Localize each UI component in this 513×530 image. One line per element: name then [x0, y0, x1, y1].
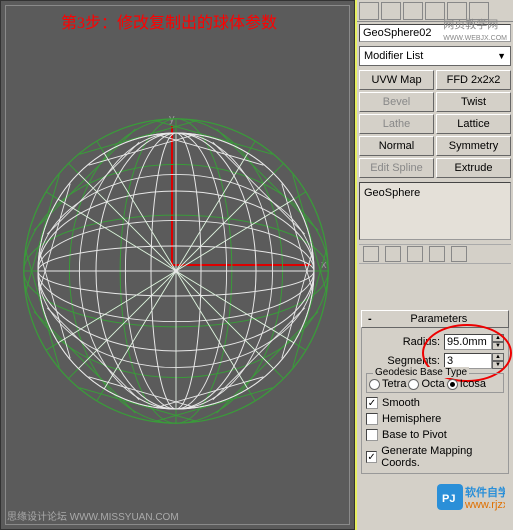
- modifier-uvwmap-button[interactable]: UVW Map: [359, 70, 434, 90]
- remove-modifier-icon[interactable]: [429, 246, 445, 262]
- collapse-icon: -: [368, 313, 372, 325]
- modifier-bevel-button[interactable]: Bevel: [359, 92, 434, 112]
- geodesic-legend: Geodesic Base Type: [373, 367, 469, 378]
- modifier-list-label: Modifier List: [364, 50, 423, 62]
- configure-sets-icon[interactable]: [451, 246, 467, 262]
- rollout-title: Parameters: [376, 313, 502, 325]
- tab-create[interactable]: [359, 2, 379, 20]
- modifier-buttons-grid: UVW Map FFD 2x2x2 Bevel Twist Lathe Latt…: [359, 70, 511, 178]
- tab-modify[interactable]: [381, 2, 401, 20]
- geosphere-wireframe[interactable]: [21, 116, 331, 426]
- viewport[interactable]: 第3步：修改复制出的球体参数 y x: [0, 0, 355, 530]
- watermark-webjx: 网页教学网WWW.WEBJX.COM: [443, 16, 507, 42]
- check-smooth[interactable]: ✓ Smooth: [366, 397, 504, 409]
- modifier-stack[interactable]: GeoSphere: [359, 182, 511, 240]
- stack-item-geosphere[interactable]: GeoSphere: [364, 187, 506, 199]
- modifier-list-dropdown[interactable]: Modifier List ▼: [359, 46, 511, 66]
- stack-toolbar: [359, 244, 511, 264]
- radius-spin-up[interactable]: ▲: [492, 334, 504, 342]
- watermark-missyuan: 思缘设计论坛 WWW.MISSYUAN.COM: [7, 508, 179, 523]
- modifier-ffd-button[interactable]: FFD 2x2x2: [436, 70, 511, 90]
- tab-hierarchy[interactable]: [403, 2, 423, 20]
- svg-text:PJ: PJ: [442, 493, 455, 505]
- make-unique-icon[interactable]: [407, 246, 423, 262]
- show-end-result-icon[interactable]: [385, 246, 401, 262]
- command-panel: 网页教学网WWW.WEBJX.COM Modifier List ▼ UVW M…: [355, 0, 513, 530]
- tutorial-annotation: 第3步：修改复制出的球体参数: [61, 9, 277, 33]
- segments-spin-up[interactable]: ▲: [492, 353, 504, 361]
- check-hemisphere[interactable]: Hemisphere: [366, 413, 504, 425]
- check-generate-mapping[interactable]: ✓ Generate Mapping Coords.: [366, 445, 504, 469]
- parameters-rollout-header[interactable]: - Parameters: [361, 310, 509, 328]
- modifier-lattice-button[interactable]: Lattice: [436, 114, 511, 134]
- check-base-to-pivot[interactable]: Base to Pivot: [366, 429, 504, 441]
- chevron-down-icon: ▼: [497, 51, 506, 61]
- modifier-symmetry-button[interactable]: Symmetry: [436, 136, 511, 156]
- modifier-normal-button[interactable]: Normal: [359, 136, 434, 156]
- svg-text:www.rjzxw.com: www.rjzxw.com: [464, 499, 505, 511]
- watermark-rjzxw: PJ 软件自学网 www.rjzxw.com: [437, 484, 505, 522]
- radio-tetra[interactable]: Tetra: [369, 378, 406, 390]
- radius-label: Radius:: [366, 336, 444, 348]
- tab-motion[interactable]: [425, 2, 445, 20]
- segments-label: Segments:: [366, 355, 444, 367]
- radio-icosa[interactable]: Icosa: [447, 378, 486, 390]
- radio-octa[interactable]: Octa: [408, 378, 444, 390]
- modifier-twist-button[interactable]: Twist: [436, 92, 511, 112]
- radius-input[interactable]: [444, 334, 492, 350]
- modifier-extrude-button[interactable]: Extrude: [436, 158, 511, 178]
- parameters-rollout: Radius: ▲ ▼ Segments: ▲ ▼: [361, 328, 509, 474]
- pin-stack-icon[interactable]: [363, 246, 379, 262]
- svg-text:软件自学网: 软件自学网: [465, 485, 505, 499]
- modifier-lathe-button[interactable]: Lathe: [359, 114, 434, 134]
- modifier-editspline-button[interactable]: Edit Spline: [359, 158, 434, 178]
- segments-spin-down[interactable]: ▼: [492, 361, 504, 369]
- radius-spin-down[interactable]: ▼: [492, 342, 504, 350]
